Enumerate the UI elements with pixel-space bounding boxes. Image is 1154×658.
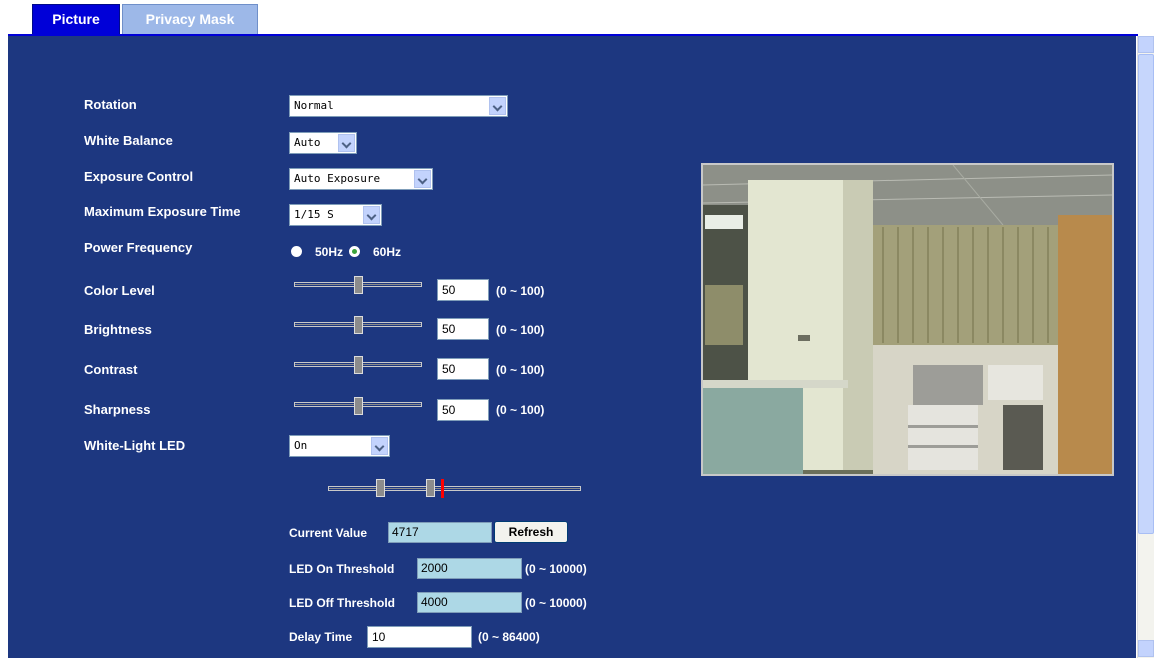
contrast-label: Contrast [84, 362, 138, 377]
led-on-threshold-thumb[interactable] [376, 479, 385, 497]
led-off-threshold-input[interactable]: 4000 [417, 592, 522, 613]
radio-60hz[interactable] [349, 246, 360, 257]
max-exposure-label: Maximum Exposure Time [84, 204, 241, 219]
delay-time-input[interactable]: 10 [367, 626, 472, 648]
brightness-input[interactable]: 50 [437, 318, 489, 340]
led-off-threshold-thumb[interactable] [426, 479, 435, 497]
current-value-label: Current Value [289, 526, 368, 540]
brightness-label: Brightness [84, 322, 152, 337]
led-on-threshold-range: (0 ~ 10000) [525, 562, 587, 576]
rotation-value: Normal [294, 99, 334, 112]
vertical-scrollbar[interactable] [1137, 36, 1154, 658]
contrast-input[interactable]: 50 [437, 358, 489, 380]
white-light-led-select[interactable]: On [289, 435, 390, 457]
led-threshold-slider-track[interactable] [328, 486, 581, 491]
exposure-control-label: Exposure Control [84, 169, 194, 184]
contrast-slider-thumb[interactable] [354, 356, 363, 374]
brightness-range: (0 ~ 100) [496, 323, 545, 337]
power-frequency-label: Power Frequency [84, 240, 193, 255]
refresh-button[interactable]: Refresh [494, 521, 568, 543]
settings-panel: Rotation Normal White Balance Auto Expos… [8, 36, 1136, 658]
delay-time-range: (0 ~ 86400) [478, 630, 540, 644]
sharpness-input[interactable]: 50 [437, 399, 489, 421]
sharpness-range: (0 ~ 100) [496, 403, 545, 417]
max-exposure-value: 1/15 S [294, 208, 334, 221]
led-on-threshold-input[interactable]: 2000 [417, 558, 522, 579]
max-exposure-select[interactable]: 1/15 S [289, 204, 382, 226]
tab-bar: Picture Privacy Mask [0, 0, 1154, 36]
color-level-slider-thumb[interactable] [354, 276, 363, 294]
radio-50hz[interactable] [291, 246, 302, 257]
sharpness-slider-thumb[interactable] [354, 397, 363, 415]
exposure-control-value: Auto Exposure [294, 172, 381, 185]
chevron-down-icon[interactable] [338, 134, 355, 152]
white-balance-select[interactable]: Auto [289, 132, 357, 154]
white-light-led-value: On [294, 439, 308, 452]
radio-60hz-label: 60Hz [373, 245, 402, 259]
color-level-range: (0 ~ 100) [496, 284, 545, 298]
color-level-input[interactable]: 50 [437, 279, 489, 301]
chevron-down-icon[interactable] [371, 437, 388, 455]
contrast-range: (0 ~ 100) [496, 363, 545, 377]
led-off-threshold-range: (0 ~ 10000) [525, 596, 587, 610]
exposure-control-select[interactable]: Auto Exposure [289, 168, 433, 190]
white-balance-label: White Balance [84, 133, 173, 148]
rotation-select[interactable]: Normal [289, 95, 508, 117]
color-level-label: Color Level [84, 283, 155, 298]
radio-50hz-label: 50Hz [315, 245, 344, 259]
current-value-field: 4717 [388, 522, 492, 543]
tab-privacy-mask[interactable]: Privacy Mask [122, 4, 258, 34]
white-light-led-label: White-Light LED [84, 438, 186, 453]
chevron-down-icon[interactable] [414, 170, 431, 188]
chevron-down-icon[interactable] [489, 97, 506, 115]
scrollbar-thumb[interactable] [1138, 54, 1154, 534]
white-balance-value: Auto [294, 136, 321, 149]
current-value-marker [441, 479, 444, 498]
scroll-up-button[interactable] [1138, 36, 1154, 53]
delay-time-label: Delay Time [289, 630, 353, 644]
chevron-down-icon[interactable] [363, 206, 380, 224]
brightness-slider-thumb[interactable] [354, 316, 363, 334]
scroll-down-button[interactable] [1138, 640, 1154, 657]
led-off-threshold-label: LED Off Threshold [289, 596, 395, 610]
led-on-threshold-label: LED On Threshold [289, 562, 395, 576]
camera-preview-image [703, 165, 1112, 474]
tab-picture[interactable]: Picture [32, 4, 120, 34]
camera-preview [701, 163, 1114, 476]
rotation-label: Rotation [84, 97, 137, 112]
sharpness-label: Sharpness [84, 402, 151, 417]
